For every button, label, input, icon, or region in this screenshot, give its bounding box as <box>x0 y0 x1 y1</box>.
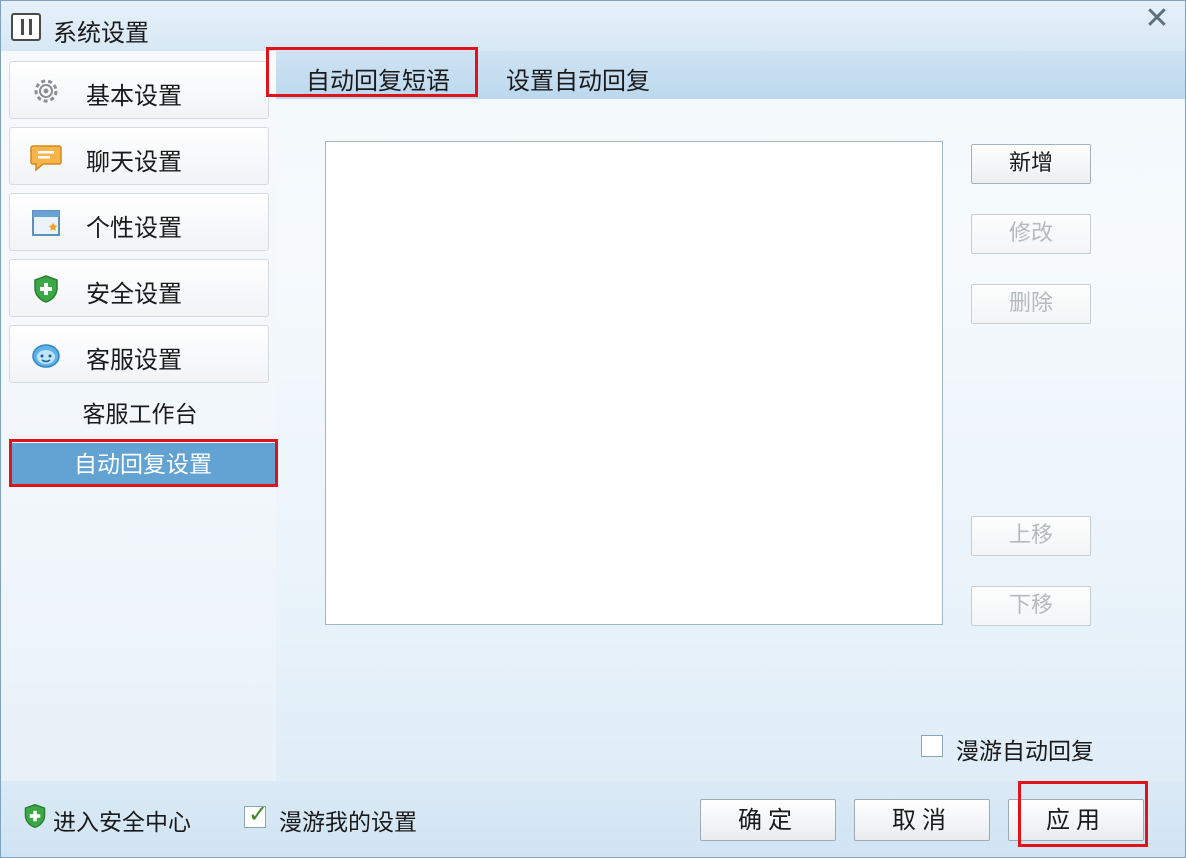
shield-icon <box>34 275 58 303</box>
window-title: 系统设置 <box>53 19 149 47</box>
edit-button[interactable]: 修改 <box>971 214 1091 254</box>
service-icon <box>32 344 60 368</box>
sidebar-item-label: 客服设置 <box>86 346 182 374</box>
sidebar-item-chat-settings[interactable]: 聊天设置 <box>9 127 269 185</box>
sidebar: 基本设置 聊天设置 个性设置 安全设置 客服设置 客服工作台 自动回复设置 <box>1 51 276 781</box>
sidebar-item-label: 聊天设置 <box>86 148 182 176</box>
gear-icon <box>34 79 58 103</box>
roaming-auto-reply-checkbox[interactable] <box>921 735 943 757</box>
add-button[interactable]: 新增 <box>971 144 1091 184</box>
delete-button[interactable]: 删除 <box>971 284 1091 324</box>
roaming-settings-label: 漫游我的设置 <box>279 810 417 836</box>
close-button[interactable]: ✕ <box>1139 3 1175 35</box>
sidebar-item-security-settings[interactable]: 安全设置 <box>9 259 269 317</box>
settings-sliders-icon <box>11 13 41 41</box>
apply-button[interactable]: 应用 <box>1008 799 1144 841</box>
tab-auto-reply-phrases[interactable]: 自动回复短语 <box>306 61 450 95</box>
tab-bar: 自动回复短语 设置自动回复 <box>276 51 1185 99</box>
move-down-button[interactable]: 下移 <box>971 586 1091 626</box>
security-center-link[interactable]: 进入安全中心 <box>53 803 191 837</box>
system-settings-window: 系统设置 ✕ 基本设置 聊天设置 个性设置 安全设置 客服设置 客服工作台 自动… <box>0 0 1186 858</box>
sidebar-item-label: 个性设置 <box>86 214 182 242</box>
subnav-service-workbench[interactable]: 客服工作台 <box>9 393 271 437</box>
shield-icon <box>24 803 46 829</box>
sidebar-item-label: 基本设置 <box>86 82 182 110</box>
title-bar: 系统设置 ✕ <box>1 1 1185 51</box>
phrase-list[interactable] <box>325 141 943 625</box>
window-icon <box>32 210 60 236</box>
sidebar-item-personal-settings[interactable]: 个性设置 <box>9 193 269 251</box>
roaming-auto-reply-label: 漫游自动回复 <box>956 739 1094 765</box>
subnav-auto-reply-settings[interactable]: 自动回复设置 <box>11 443 275 487</box>
ok-button[interactable]: 确定 <box>700 799 836 841</box>
chat-bubble-icon <box>30 145 62 172</box>
sidebar-item-basic-settings[interactable]: 基本设置 <box>9 61 269 119</box>
roaming-settings-checkbox[interactable]: ✓ <box>244 801 268 828</box>
checkmark-icon: ✓ <box>248 800 269 828</box>
cancel-button[interactable]: 取消 <box>854 799 990 841</box>
sidebar-item-label: 安全设置 <box>86 280 182 308</box>
move-up-button[interactable]: 上移 <box>971 516 1091 556</box>
tab-set-auto-reply[interactable]: 设置自动回复 <box>506 61 650 95</box>
sidebar-item-service-settings[interactable]: 客服设置 <box>9 325 269 383</box>
